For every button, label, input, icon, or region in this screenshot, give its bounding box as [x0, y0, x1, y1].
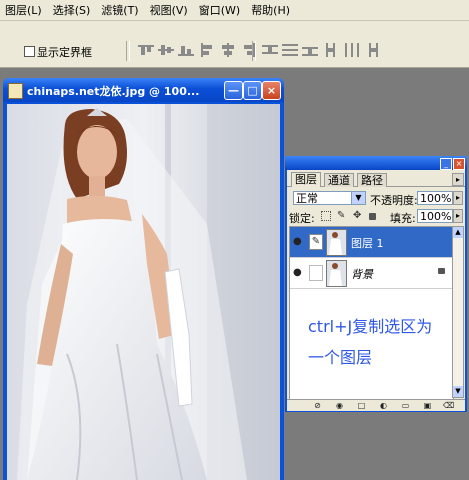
distribute-top-icon[interactable]	[262, 43, 278, 57]
panel-titlebar[interactable]: _ ×	[285, 156, 467, 170]
menu-help[interactable]: 帮助(H)	[246, 2, 296, 18]
distribute-right-icon[interactable]	[364, 43, 380, 57]
layer-row-background[interactable]: ● 背景	[290, 258, 453, 289]
panel-tabs: 图层 通道 路径 ▸	[287, 172, 465, 187]
layers-panel: _ × 图层 通道 路径 ▸ 正常 ▼ 不透明度: 100% ▸ 锁定: ✎ ✥…	[285, 156, 467, 412]
fill-slider-arrow-icon[interactable]: ▸	[453, 209, 463, 223]
menu-bar: 图层(L) 选择(S) 滤镜(T) 视图(V) 窗口(W) 帮助(H)	[0, 0, 469, 21]
distribute-vcenter-icon[interactable]	[282, 43, 298, 57]
new-adjustment-layer-icon[interactable]: ◐	[379, 401, 388, 410]
menu-filter[interactable]: 滤镜(T)	[96, 2, 144, 18]
fill-label: 填充:	[390, 212, 416, 225]
options-separator	[252, 41, 256, 61]
layer-thumbnail	[326, 229, 347, 256]
layer-style-icon[interactable]: ◉	[335, 401, 344, 410]
options-bar: 显示定界框	[0, 21, 469, 68]
lock-move-icon[interactable]: ✥	[353, 211, 363, 221]
distribute-left-icon[interactable]	[324, 43, 340, 57]
align-hcenter-icon[interactable]	[220, 43, 236, 57]
align-top-icon[interactable]	[138, 43, 154, 57]
align-vcenter-icon[interactable]	[158, 43, 174, 57]
menu-view[interactable]: 视图(V)	[145, 2, 194, 18]
annotation-line2: 一个图层	[308, 348, 373, 367]
layers-list: ● ✎ 图层 1 ● 背景 ctrl+J复制选区为 一个图层	[289, 226, 454, 400]
scroll-down-icon[interactable]: ▼	[453, 386, 463, 397]
panel-close-button[interactable]: ×	[453, 158, 465, 170]
fill-field[interactable]: 100%	[417, 209, 453, 223]
annotation-line1: ctrl+J复制选区为	[308, 317, 433, 336]
chevron-down-icon: ▼	[351, 192, 365, 204]
blend-mode-value: 正常	[296, 192, 318, 205]
tab-paths[interactable]: 路径	[357, 173, 387, 187]
eye-icon[interactable]: ●	[293, 237, 305, 247]
lock-icon	[438, 268, 445, 274]
options-separator	[126, 41, 130, 61]
panel-menu-arrow-icon[interactable]: ▸	[452, 173, 464, 186]
eye-icon[interactable]: ●	[293, 268, 305, 278]
trash-icon[interactable]: ⌫	[443, 401, 454, 410]
show-bounds-label: 显示定界框	[37, 46, 92, 59]
brush-icon: ✎	[309, 234, 323, 250]
link-slot	[309, 265, 323, 281]
opacity-slider-arrow-icon[interactable]: ▸	[453, 191, 463, 205]
align-left-icon[interactable]	[200, 43, 216, 57]
close-button[interactable]: ×	[262, 81, 281, 100]
lock-label: 锁定:	[289, 212, 315, 225]
layer-name: 图层 1	[351, 237, 384, 250]
bride-photo	[7, 104, 280, 480]
lock-transparency-icon[interactable]	[321, 211, 331, 221]
layer-thumbnail	[326, 260, 347, 287]
document-icon	[8, 83, 23, 99]
panel-body: 图层 通道 路径 ▸ 正常 ▼ 不透明度: 100% ▸ 锁定: ✎ ✥ 填充:…	[287, 170, 465, 411]
show-bounds-checkbox[interactable]	[24, 46, 35, 57]
layer-row-layer1[interactable]: ● ✎ 图层 1	[290, 227, 453, 258]
document-title: chinaps.net龙依.jpg @ 100...	[27, 85, 200, 98]
link-layers-icon[interactable]: ⊘	[313, 401, 322, 410]
distribute-bottom-icon[interactable]	[302, 43, 318, 57]
layer-mask-icon[interactable]: □	[357, 401, 366, 410]
image-canvas[interactable]	[7, 104, 280, 480]
menu-window[interactable]: 窗口(W)	[194, 2, 246, 18]
menu-layer[interactable]: 图层(L)	[0, 2, 48, 18]
tab-layers[interactable]: 图层	[291, 172, 321, 187]
distribute-hcenter-icon[interactable]	[344, 43, 360, 57]
new-group-icon[interactable]: ▭	[401, 401, 410, 410]
blend-mode-select[interactable]: 正常 ▼	[293, 191, 366, 205]
scroll-up-icon[interactable]: ▲	[453, 227, 463, 238]
maximize-button[interactable]: □	[243, 81, 262, 100]
document-window: chinaps.net龙依.jpg @ 100... — □ ×	[3, 78, 284, 480]
menu-select[interactable]: 选择(S)	[48, 2, 97, 18]
opacity-label: 不透明度:	[370, 194, 418, 207]
new-layer-icon[interactable]: ▣	[423, 401, 432, 410]
document-titlebar[interactable]: chinaps.net龙依.jpg @ 100... — □ ×	[3, 78, 284, 102]
opacity-field[interactable]: 100%	[417, 191, 453, 205]
panel-footer: ⊘ ◉ □ ◐ ▭ ▣ ⌫	[287, 399, 465, 411]
lock-paint-icon[interactable]: ✎	[337, 211, 347, 221]
lock-all-icon[interactable]	[369, 213, 376, 220]
layers-scrollbar[interactable]: ▲ ▼	[452, 226, 464, 398]
tab-channels[interactable]: 通道	[324, 173, 354, 187]
panel-minimize-button[interactable]: _	[440, 158, 452, 170]
layer-name: 背景	[351, 268, 373, 281]
minimize-button[interactable]: —	[224, 81, 243, 100]
align-bottom-icon[interactable]	[178, 43, 194, 57]
